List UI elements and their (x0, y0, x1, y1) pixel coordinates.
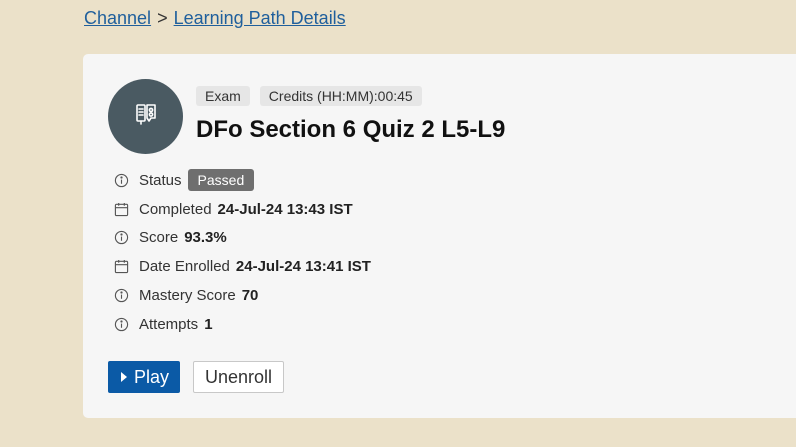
breadcrumb: Channel > Learning Path Details (84, 8, 346, 29)
info-icon (113, 230, 129, 246)
exam-document-icon (132, 100, 160, 133)
info-icon (113, 172, 129, 188)
info-icon (113, 288, 129, 304)
status-badge: Passed (187, 169, 255, 192)
info-icon (113, 316, 129, 332)
detail-value: 70 (241, 287, 259, 305)
detail-completed: Completed 24-Jul-24 13:43 IST (113, 195, 371, 224)
detail-label: Attempts (139, 315, 199, 333)
item-actions: Play Unenroll (108, 361, 285, 393)
item-details: Status Passed Completed 24-Jul-24 13:43 … (113, 166, 371, 339)
calendar-icon (113, 259, 129, 275)
detail-attempts: Attempts 1 (113, 310, 371, 339)
detail-value: 93.3% (184, 229, 227, 247)
detail-mastery-score: Mastery Score 70 (113, 281, 371, 310)
detail-status: Status Passed (113, 166, 371, 195)
learning-item-card: Exam Credits (HH:MM):00:45 DFo Section 6… (83, 54, 796, 418)
detail-label: Mastery Score (139, 287, 236, 305)
detail-value: 1 (204, 315, 213, 333)
breadcrumb-current-link[interactable]: Learning Path Details (174, 8, 346, 29)
play-triangle-icon (120, 367, 128, 388)
breadcrumb-separator: > (157, 8, 168, 28)
detail-date-enrolled: Date Enrolled 24-Jul-24 13:41 IST (113, 252, 371, 281)
detail-value: 24-Jul-24 13:41 IST (235, 258, 371, 276)
type-tag: Exam (196, 86, 250, 106)
item-title: DFo Section 6 Quiz 2 L5-L9 (196, 116, 506, 143)
detail-score: Score 93.3% (113, 224, 371, 253)
item-tags: Exam Credits (HH:MM):00:45 (196, 86, 422, 106)
breadcrumb-channel-link[interactable]: Channel (84, 8, 151, 29)
detail-label: Status (139, 171, 182, 189)
detail-label: Score (139, 229, 179, 247)
detail-label: Completed (139, 200, 212, 218)
credits-tag: Credits (HH:MM):00:45 (259, 86, 422, 106)
calendar-icon (113, 201, 129, 217)
unenroll-button[interactable]: Unenroll (193, 361, 285, 393)
detail-value: 24-Jul-24 13:43 IST (217, 200, 353, 218)
play-button-label: Play (134, 366, 170, 387)
exam-avatar (108, 79, 183, 154)
play-button[interactable]: Play (108, 361, 181, 393)
detail-label: Date Enrolled (139, 258, 230, 276)
